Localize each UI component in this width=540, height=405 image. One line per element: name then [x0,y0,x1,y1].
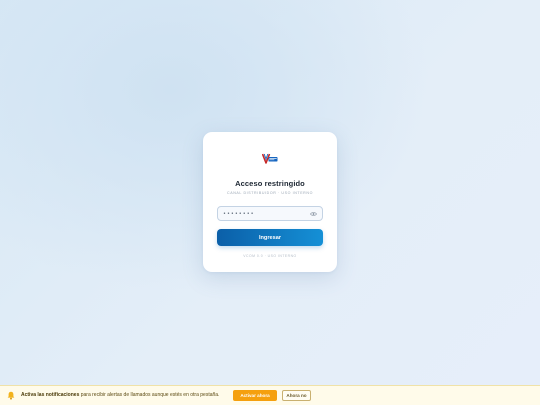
bell-icon [7,391,15,400]
login-card: Acceso restringido CANAL DISTRIBUIDOR · … [203,132,337,272]
activate-notifications-button[interactable]: Activar ahora [233,390,277,401]
page-title: Acceso restringido [235,179,305,188]
password-field[interactable] [217,206,323,221]
password-input[interactable] [223,209,307,219]
eye-icon[interactable] [310,211,317,217]
notification-message: Activa las notificaciones para recibir a… [21,392,219,398]
page-subtitle: CANAL DISTRIBUIDOR · USO INTERNO [227,191,313,195]
dismiss-notifications-button[interactable]: Ahora no [282,390,311,401]
vcom-logo [262,153,278,164]
notification-bar: Activa las notificaciones para recibir a… [0,385,540,405]
footer-text: VCOM 0.0 · USO INTERNO [243,254,297,258]
notification-message-rest: para recibir alertas de llamados aunque … [80,392,220,398]
notification-message-bold: Activa las notificaciones [21,392,80,398]
submit-button[interactable]: Ingresar [217,229,323,246]
